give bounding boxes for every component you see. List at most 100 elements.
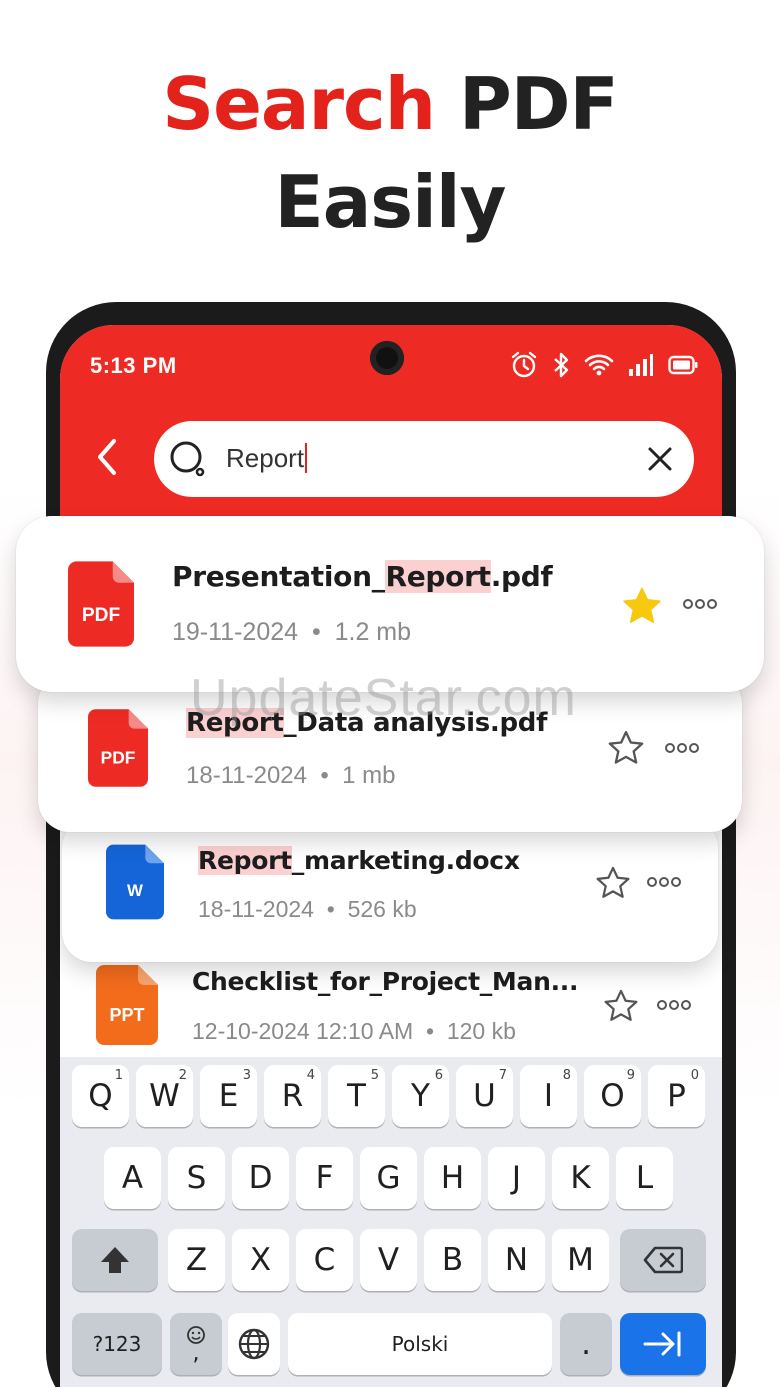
file-size: 526 kb (347, 896, 417, 922)
file-meta: 18-11-2024 • 526 kb (198, 896, 417, 922)
language-key[interactable] (228, 1313, 280, 1375)
headline-line-1: Search PDF (0, 55, 780, 153)
key-i[interactable]: I8 (520, 1065, 577, 1127)
file-name: Report_Data analysis.pdf (186, 708, 548, 738)
globe-icon (238, 1328, 270, 1360)
star-icon[interactable] (602, 987, 640, 1025)
file-type-label: PDF (101, 747, 136, 767)
pdf-file-icon: PDF (88, 709, 148, 787)
status-time: 5:13 PM (90, 353, 177, 378)
enter-icon (643, 1331, 681, 1357)
battery-icon (668, 355, 698, 375)
key-m[interactable]: M (552, 1229, 609, 1291)
key-x[interactable]: X (232, 1229, 289, 1291)
text-caret (305, 443, 308, 473)
search-query: Report (226, 443, 305, 473)
space-key[interactable]: Polski (288, 1313, 552, 1375)
key-w[interactable]: W2 (136, 1065, 193, 1127)
key-h[interactable]: H (424, 1147, 481, 1209)
alarm-icon (511, 351, 537, 378)
back-button[interactable] (90, 435, 126, 479)
file-size: 120 kb (446, 1018, 516, 1044)
key-e[interactable]: E3 (200, 1065, 257, 1127)
key-j[interactable]: J (488, 1147, 545, 1209)
search-box[interactable]: Report (154, 421, 694, 497)
file-meta: 19-11-2024 • 1.2 mb (172, 618, 412, 646)
ppt-file-icon: PPT (96, 965, 158, 1045)
key-g[interactable]: G (360, 1147, 417, 1209)
file-type-label: W (127, 881, 143, 900)
keyboard: Q1 W2 E3 R4 T5 Y6 U7 I8 O9 P0 A S D F G … (60, 1057, 722, 1387)
shift-key[interactable] (72, 1229, 158, 1291)
key-p[interactable]: P0 (648, 1065, 705, 1127)
clear-icon[interactable] (646, 445, 674, 473)
key-d[interactable]: D (232, 1147, 289, 1209)
bluetooth-icon (554, 352, 569, 378)
file-size: 1 mb (342, 762, 396, 789)
highlight-match: Report (198, 846, 292, 875)
star-icon[interactable] (606, 728, 646, 768)
key-c[interactable]: C (296, 1229, 353, 1291)
key-q[interactable]: Q1 (72, 1065, 129, 1127)
list-item[interactable]: PDF Report_Data analysis.pdf 18-11-2024 … (38, 672, 742, 832)
status-icons (510, 351, 698, 379)
key-r[interactable]: R4 (264, 1065, 321, 1127)
shift-icon (101, 1247, 129, 1273)
search-icon (170, 441, 205, 477)
file-meta: 12-10-2024 12:10 AM • 120 kb (192, 1018, 516, 1044)
key-b[interactable]: B (424, 1229, 481, 1291)
file-date: 19-11-2024 (172, 618, 299, 646)
more-icon[interactable] (664, 742, 700, 754)
back-arrow-icon (98, 439, 116, 475)
file-name: Report_marketing.docx (198, 846, 520, 875)
highlight-match: Report (186, 708, 284, 738)
key-v[interactable]: V (360, 1229, 417, 1291)
list-item[interactable]: W Report_marketing.docx 18-11-2024 • 526… (62, 818, 718, 962)
key-u[interactable]: U7 (456, 1065, 513, 1127)
key-t[interactable]: T5 (328, 1065, 385, 1127)
list-item[interactable]: PDF Presentation_Report.pdf 19-11-2024 •… (16, 516, 764, 692)
backspace-icon (643, 1246, 683, 1274)
symbols-key[interactable]: ?123 (72, 1313, 162, 1375)
word-file-icon: W (106, 844, 164, 920)
headline-accent: Search (162, 62, 436, 146)
app-bar: 5:13 PM Report (60, 325, 722, 525)
backspace-key[interactable] (620, 1229, 706, 1291)
star-icon[interactable] (620, 584, 664, 628)
pdf-file-icon: PDF (68, 561, 134, 647)
headline-rest: PDF (434, 62, 619, 146)
headline-line-2: Easily (274, 160, 507, 244)
list-item[interactable]: PPT Checklist_for_Project_Man... 12-10-2… (70, 955, 710, 1055)
key-o[interactable]: O9 (584, 1065, 641, 1127)
search-input[interactable]: Report (226, 443, 308, 474)
file-name: Presentation_Report.pdf (172, 560, 553, 593)
key-k[interactable]: K (552, 1147, 609, 1209)
file-date: 18-11-2024 (198, 896, 314, 922)
file-size: 1.2 mb (334, 618, 412, 646)
key-a[interactable]: A (104, 1147, 161, 1209)
key-f[interactable]: F (296, 1147, 353, 1209)
highlight-match: Report (385, 560, 491, 593)
camera-cutout (370, 341, 404, 375)
more-icon[interactable] (656, 999, 692, 1011)
key-z[interactable]: Z (168, 1229, 225, 1291)
more-icon[interactable] (682, 598, 718, 610)
enter-key[interactable] (620, 1313, 706, 1375)
period-key[interactable]: . (560, 1313, 612, 1375)
key-l[interactable]: L (616, 1147, 673, 1209)
file-date: 18-11-2024 (186, 762, 307, 789)
key-n[interactable]: N (488, 1229, 545, 1291)
file-date: 12-10-2024 12:10 AM (192, 1018, 414, 1044)
key-s[interactable]: S (168, 1147, 225, 1209)
file-meta: 18-11-2024 • 1 mb (186, 762, 396, 789)
more-icon[interactable] (646, 876, 682, 888)
emoji-comma-key[interactable]: , (170, 1313, 222, 1375)
file-type-label: PDF (82, 605, 120, 626)
signal-icon (629, 354, 653, 376)
file-name: Checklist_for_Project_Man... (192, 967, 579, 996)
wifi-icon (584, 354, 614, 376)
star-icon[interactable] (594, 864, 632, 902)
file-type-label: PPT (109, 1005, 144, 1025)
key-y[interactable]: Y6 (392, 1065, 449, 1127)
headline: Search PDF Easily (0, 55, 780, 251)
